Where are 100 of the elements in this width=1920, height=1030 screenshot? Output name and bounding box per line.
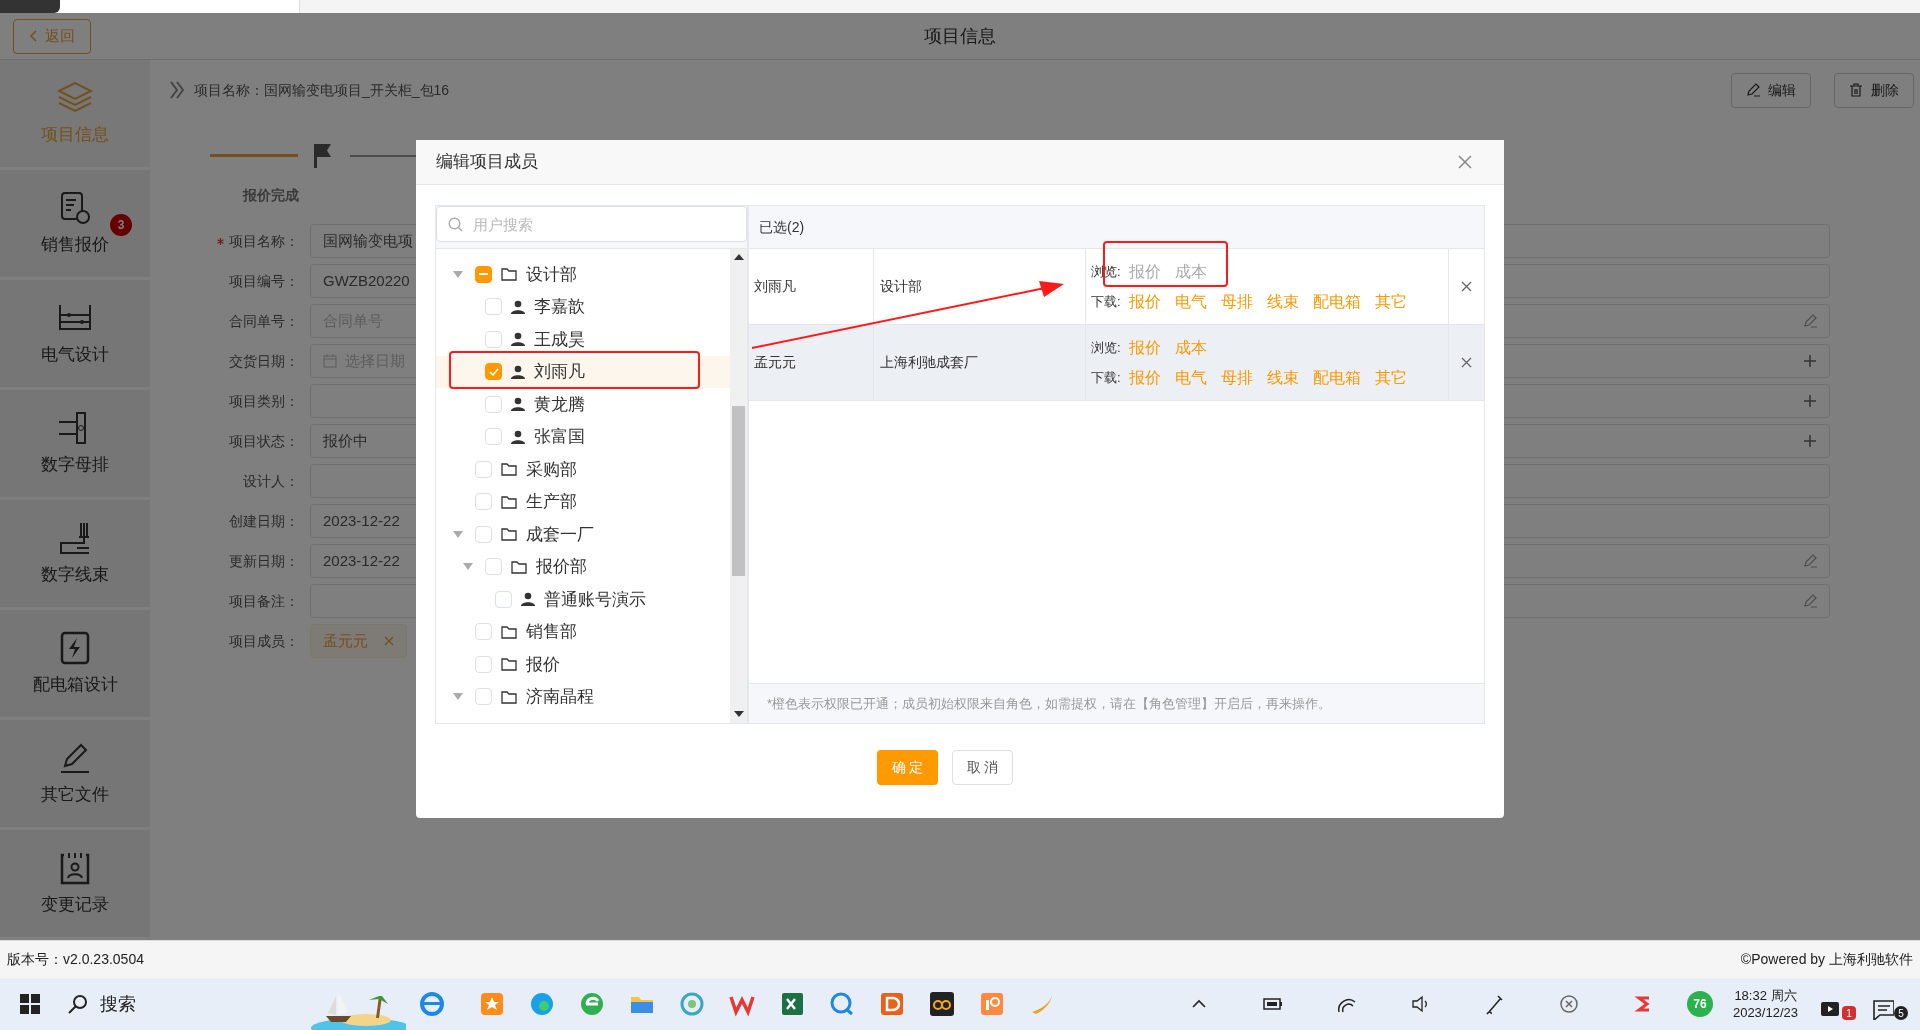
cancel-button[interactable]: 取 消 [952,750,1013,785]
close-icon[interactable] [1458,155,1472,169]
clock-time[interactable]: 18:32 周六 [1734,987,1797,1004]
sidebar-item[interactable]: 数字线束 [0,500,150,607]
search-icon [68,994,88,1014]
permission-toggle[interactable]: 报价 [1129,259,1161,284]
permission-toggle[interactable]: 报价 [1129,289,1161,314]
checkbox[interactable] [475,655,492,673]
tree-item[interactable]: 张富国 [436,420,730,453]
tree-item[interactable]: 李嘉歆 [436,290,730,323]
notification-badge: 5 [1894,1006,1908,1020]
permission-toggle[interactable]: 配电箱 [1313,289,1361,314]
permission-toggle[interactable]: 其它 [1375,289,1407,314]
checkbox[interactable] [485,558,502,576]
field-label: 项目状态： [229,431,299,451]
notification-badge: 3 [110,214,132,236]
sidebar-item[interactable]: 配电箱设计 [0,610,150,717]
tree-item[interactable]: 设计部 [436,258,730,291]
caret-icon [29,30,37,42]
sidebar-item[interactable]: 数字母排 [0,390,150,497]
dialog-title: 编辑项目成员 [436,151,538,174]
remove-icon [384,636,394,646]
browser-icon[interactable] [578,990,606,1018]
checkbox[interactable] [485,298,502,316]
sidebar-item[interactable]: 变更记录 [0,830,150,937]
permission-label: 浏览: [1091,262,1122,281]
person-icon [511,429,525,444]
search-icon [448,217,463,232]
tree-item[interactable]: 普通账号演示 [436,583,730,616]
browser-icon[interactable] [528,990,556,1018]
checkbox[interactable] [485,330,502,348]
folder-icon [501,494,517,509]
scroll-thumb[interactable] [732,406,745,576]
checkbox[interactable] [475,460,492,478]
swirl-icon[interactable] [678,990,706,1018]
scroll-down-icon[interactable] [733,711,744,717]
search-field[interactable]: 用户搜索 [436,206,747,242]
tree-item[interactable]: 销售部 [436,615,730,648]
delete-button[interactable]: 删除 [1834,72,1914,108]
tray-badge[interactable]: 76 [1686,991,1713,1017]
permission-toggle[interactable]: 成本 [1175,259,1207,284]
checkbox[interactable] [475,493,492,511]
field-label: 项目编号： [229,271,299,291]
checkbox[interactable] [485,395,502,413]
permission-label: 下载: [1091,368,1122,387]
permission-toggle[interactable]: 母排 [1221,289,1253,314]
chat-bubble-icon[interactable] [828,990,856,1018]
checkbox[interactable] [475,688,492,706]
field-label: 项目名称： [229,231,299,251]
tree-item[interactable]: 报价 [436,648,730,681]
tree-item[interactable]: 生产部 [436,485,730,518]
checkbox[interactable] [495,590,512,608]
checkbox[interactable] [485,428,502,446]
step-label: 报价完成 [243,186,299,205]
sidebar-item[interactable]: 销售报价 3 [0,170,150,277]
tree-item[interactable]: 刘雨凡 [436,355,730,388]
confirm-button[interactable]: 确 定 [877,750,938,785]
edit-button[interactable]: 编辑 [1731,72,1811,108]
clock-date[interactable]: 2023/12/23 [1732,1004,1798,1021]
sidebar-item[interactable]: 其它文件 [0,720,150,827]
permission-note: *橙色表示权限已开通；成员初始权限来自角色，如需提权，请在【角色管理】开启后，再来操作。 [767,694,1332,713]
checkbox[interactable] [475,525,492,543]
field-label: 创建日期： [229,511,299,531]
folder-icon [501,657,517,672]
field-label: 项目类别： [229,391,299,411]
browser-icon[interactable] [418,990,446,1018]
permission-toggle[interactable]: 线束 [1267,289,1299,314]
scroll-up-icon[interactable] [733,254,744,260]
tree-item[interactable]: 黄龙腾 [436,388,730,421]
permission-toggle[interactable]: 电气 [1175,289,1207,314]
checkbox[interactable] [475,265,492,283]
checkbox[interactable] [475,623,492,641]
sidebar-item[interactable]: 电气设计 [0,280,150,387]
checkbox[interactable] [485,363,502,381]
trash-icon [1849,83,1863,97]
scrollbar[interactable] [730,249,747,723]
member-row[interactable]: 刘雨凡 设计部 浏览: 报价 成本 下载: 报价 电气 母排 线束 配电箱 其它 [749,249,1484,325]
app-tile-icon[interactable] [978,990,1006,1018]
notification-badge: 1 [1842,1006,1856,1020]
folder-icon [501,689,517,704]
tree-item[interactable]: 报价部 [436,550,730,583]
folder-icon [511,559,527,574]
field-label: 项目成员： [229,631,299,651]
flag-icon [312,144,332,168]
field-label: 交货日期： [229,351,299,371]
member-name: 孟元元 [749,325,874,400]
permission-label: 下载: [1091,292,1122,311]
collapse-icon[interactable] [170,81,184,99]
person-icon [511,364,525,379]
breadcrumb: 项目名称：国网输变电项目_开关柜_包16 [194,80,450,100]
tree-item[interactable]: 采购部 [436,453,730,486]
dark-app-icon[interactable] [928,990,956,1018]
calendar-icon [323,354,337,368]
person-icon [521,592,535,607]
d-logo-icon[interactable] [878,990,906,1018]
pencil-icon [1746,83,1760,97]
field-label: 设计人： [243,471,299,491]
tree-item[interactable]: 济南晶程 [436,680,730,713]
powered-by-text: ©Powered by 上海利驰软件 [1740,950,1913,969]
tree-item[interactable]: 成套一厂 [436,518,730,551]
